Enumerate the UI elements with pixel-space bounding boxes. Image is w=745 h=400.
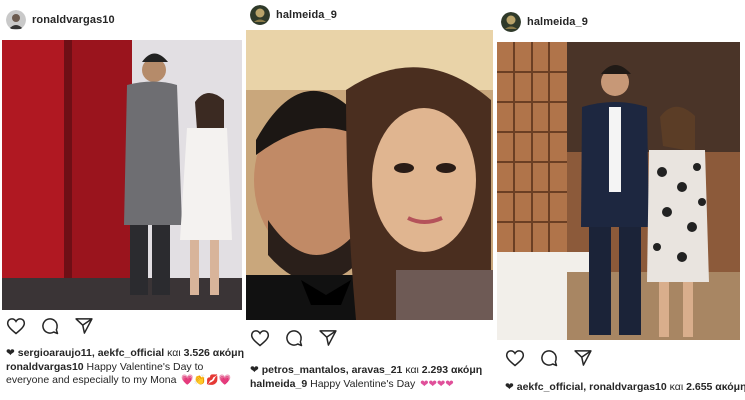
like-heart-icon[interactable] [250,328,270,348]
post-caption: halmeida_9 Happy Valentine's Day ❤❤❤❤ [250,378,495,391]
comment-bubble-icon[interactable] [284,328,304,348]
post-username[interactable]: ronaldvargas10 [32,14,115,26]
user-avatar[interactable] [250,5,270,25]
post-header: halmeida_9 [495,0,745,44]
likers-names[interactable]: aekfc_official, ronaldvargas10 [517,381,667,393]
post-actions [505,348,593,368]
likers-names[interactable]: sergioaraujo11, aekfc_official [18,347,165,359]
likes-count[interactable]: 2.293 ακόμη [422,364,482,376]
caption-emoji: 💗👏💋💗 [181,375,232,386]
caption-emoji: ❤❤❤❤ [420,379,454,390]
likes-line: ❤ sergioaraujo11, aekfc_official και 3.5… [6,347,244,359]
post-photo[interactable] [2,40,242,310]
caption-text: Happy Valentine's Day [310,378,416,390]
couple-selfie-image [246,30,493,320]
likes-line: ❤ aekfc_official, ronaldvargas10 και 2.6… [505,381,745,393]
post-caption: ronaldvargas10 Happy Valentine's Day to … [6,361,242,387]
send-arrow-icon[interactable] [318,328,338,348]
post-username[interactable]: halmeida_9 [527,16,588,28]
heart-bullet-icon: ❤ [6,347,15,359]
post-header: halmeida_9 [244,0,495,30]
like-heart-icon[interactable] [6,316,26,336]
likes-line: ❤ petros_mantalos, aravas_21 και 2.293 α… [250,364,482,376]
likes-count[interactable]: 2.655 ακόμη [686,381,745,393]
post-header: ronaldvargas10 [0,0,244,40]
likes-connector: και [405,364,419,376]
heart-bullet-icon: ❤ [250,364,259,376]
user-avatar[interactable] [501,12,521,32]
post-photo[interactable] [497,42,740,340]
send-arrow-icon[interactable] [74,316,94,336]
user-avatar[interactable] [6,10,26,30]
post-actions [6,316,94,336]
likers-names[interactable]: petros_mantalos, aravas_21 [262,364,403,376]
instagram-post-3: halmeida_9 ❤ aekfc_official, ronaldvarga… [495,0,745,400]
heart-bullet-icon: ❤ [505,381,514,393]
comment-bubble-icon[interactable] [40,316,60,336]
post-actions [250,328,338,348]
post-username[interactable]: halmeida_9 [276,9,337,21]
likes-count[interactable]: 3.526 ακόμη [184,347,244,359]
instagram-post-2: halmeida_9 ❤ petros_mantalos, aravas_21 … [244,0,496,400]
likes-connector: και [669,381,684,393]
caption-username[interactable]: ronaldvargas10 [6,361,84,373]
post-photo[interactable] [246,30,493,320]
mirror-selfie-image [2,40,242,310]
send-arrow-icon[interactable] [573,348,593,368]
comment-bubble-icon[interactable] [539,348,559,368]
likes-connector: και [167,347,181,359]
instagram-post-1: ronaldvargas10 ❤ sergioaraujo11, aekfc_o… [0,0,245,400]
couple-restaurant-image [497,42,740,340]
like-heart-icon[interactable] [505,348,525,368]
caption-username[interactable]: halmeida_9 [250,378,307,390]
